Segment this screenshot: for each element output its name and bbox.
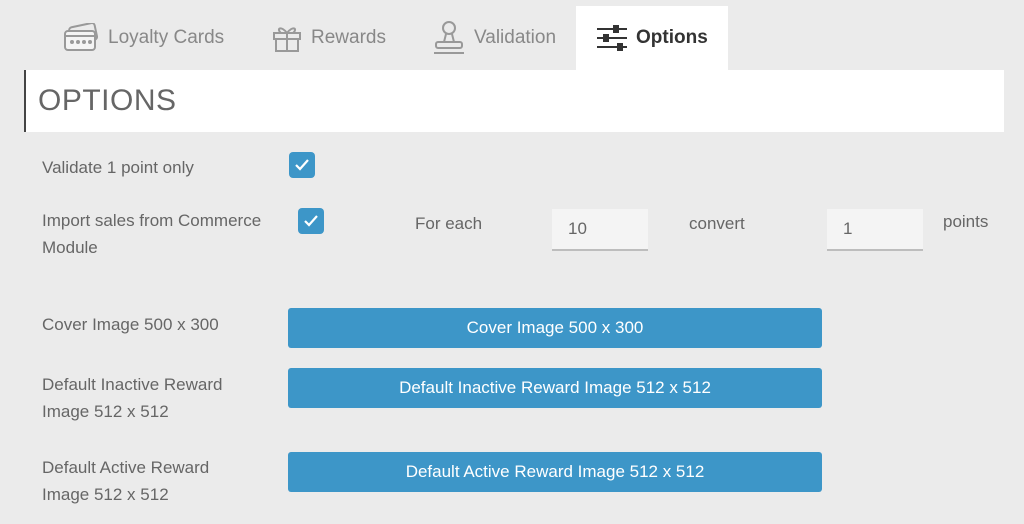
active-reward-image-label: Default Active Reward Image 512 x 512	[42, 454, 209, 508]
cover-image-button[interactable]: Cover Image 500 x 300	[288, 308, 822, 348]
options-header: OPTIONS	[24, 70, 1004, 132]
gift-icon	[271, 23, 303, 53]
convert-points-input[interactable]	[827, 209, 923, 251]
page-title: OPTIONS	[38, 84, 177, 117]
tab-validation[interactable]: Validation	[432, 6, 556, 70]
convert-label: convert	[689, 214, 745, 233]
stamp-icon	[432, 20, 466, 56]
inactive-reward-label-line1: Default Inactive Reward	[42, 375, 223, 394]
points-label: points	[943, 212, 989, 231]
validate-one-point-checkbox[interactable]	[289, 152, 315, 178]
inactive-reward-label-line2: Image 512 x 512	[42, 402, 169, 421]
tab-rewards[interactable]: Rewards	[271, 6, 386, 70]
import-sales-checkbox[interactable]	[298, 208, 324, 234]
active-reward-label-line1: Default Active Reward	[42, 458, 210, 477]
tab-label: Validation	[474, 27, 557, 48]
cover-image-label: Cover Image 500 x 300	[42, 315, 219, 334]
loyalty-card-icon	[62, 23, 100, 53]
tab-label: Loyalty Cards	[108, 27, 225, 48]
import-sales-label: Import sales from Commerce Module	[42, 207, 261, 261]
for-each-label: For each	[415, 214, 483, 233]
tab-loyalty-cards[interactable]: Loyalty Cards	[62, 6, 224, 70]
for-each-input[interactable]	[552, 209, 648, 251]
tab-bar: Loyalty Cards Rewards Validation Options	[0, 0, 1024, 70]
check-icon	[304, 215, 318, 227]
active-reward-label-line2: Image 512 x 512	[42, 485, 169, 504]
tab-options[interactable]: Options	[576, 6, 728, 70]
tab-label: Rewards	[311, 27, 386, 48]
tab-label: Options	[636, 27, 708, 48]
validate-one-point-label: Validate 1 point only	[42, 158, 194, 177]
check-icon	[295, 159, 309, 171]
inactive-reward-image-label: Default Inactive Reward Image 512 x 512	[42, 371, 222, 425]
inactive-reward-image-button[interactable]: Default Inactive Reward Image 512 x 512	[288, 368, 822, 408]
sliders-icon	[596, 24, 628, 52]
active-reward-image-button[interactable]: Default Active Reward Image 512 x 512	[288, 452, 822, 492]
import-sales-label-line1: Import sales from Commerce	[42, 211, 262, 230]
import-sales-label-line2: Module	[42, 238, 98, 257]
